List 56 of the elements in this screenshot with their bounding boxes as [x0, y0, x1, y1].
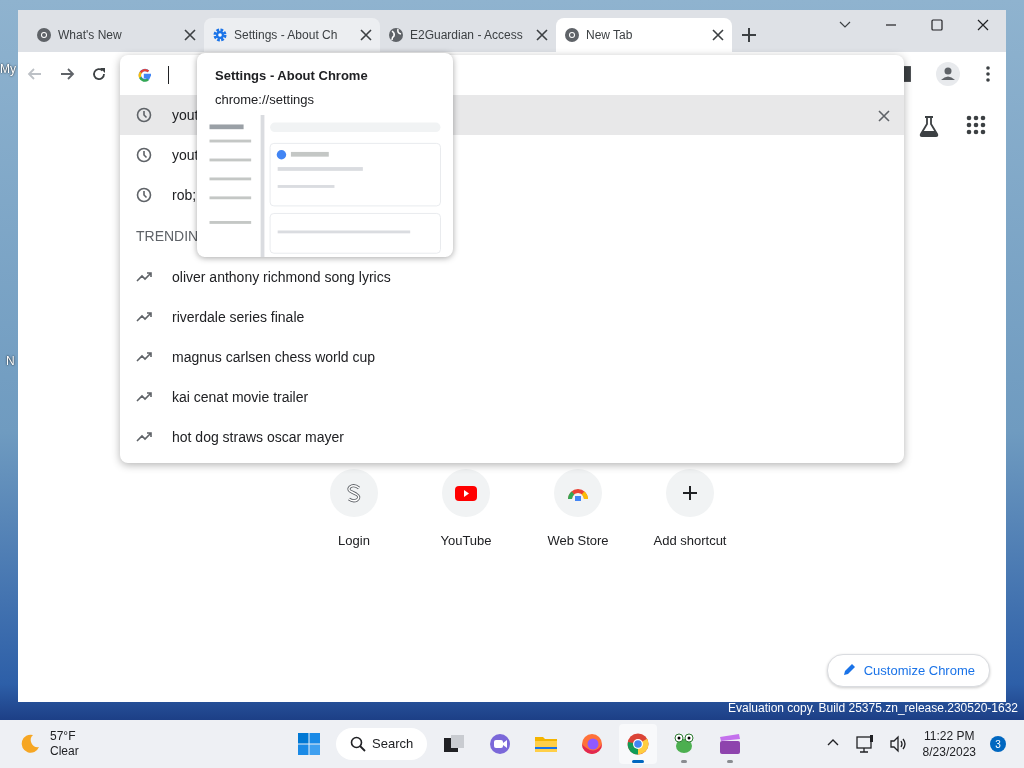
section-heading: TRENDIN	[136, 226, 199, 246]
menu-icon[interactable]	[984, 64, 992, 83]
clock-icon	[136, 187, 152, 203]
browser-tab[interactable]: E2Guardian - Access	[380, 18, 556, 52]
chrome-icon	[36, 27, 52, 43]
clock-time[interactable]: 11:22 PM	[922, 728, 976, 744]
clock-icon	[136, 107, 152, 123]
close-icon[interactable]	[975, 17, 991, 33]
suggestion-row[interactable]: magnus carlsen chess world cup	[120, 337, 904, 377]
chrome-icon	[626, 732, 651, 756]
pencil-icon	[841, 663, 856, 678]
shortcut-tile[interactable]: YouTube	[410, 468, 522, 552]
browser-tab[interactable]: New Tab	[556, 18, 732, 52]
firefox-icon	[580, 732, 605, 756]
frog-icon	[672, 732, 697, 756]
flask-icon[interactable]	[918, 115, 940, 137]
shortcut-tile[interactable]: Login	[298, 468, 410, 552]
weather-condition[interactable]: Clear	[50, 744, 79, 759]
browser-tab[interactable]: Settings - About Ch	[204, 18, 380, 52]
text-cursor	[168, 66, 169, 84]
clapperboard-icon	[718, 732, 743, 756]
suggestion-row[interactable]: yout	[120, 135, 904, 175]
network-icon[interactable]	[854, 734, 875, 754]
clock-date[interactable]: 8/23/2023	[922, 744, 976, 760]
chat-icon	[488, 732, 513, 756]
remove-icon[interactable]	[878, 109, 890, 122]
search-icon	[350, 736, 366, 752]
clock-icon	[136, 147, 152, 163]
volume-icon[interactable]	[888, 734, 909, 754]
chrome-icon	[564, 27, 580, 43]
suggestion-row[interactable]: kai cenat movie trailer	[120, 377, 904, 417]
browser-tab[interactable]: What's New	[28, 18, 204, 52]
customize-chrome-button[interactable]: Customize Chrome	[826, 653, 990, 687]
search-button[interactable]: Search	[336, 728, 428, 760]
close-icon[interactable]	[712, 29, 724, 41]
plus-icon[interactable]	[742, 28, 756, 42]
notification-badge[interactable]: 3	[990, 736, 1006, 752]
weather-temperature[interactable]: 57°F	[50, 729, 79, 744]
shortcut-tile[interactable]: Add shortcut	[634, 468, 746, 552]
suggestion-row[interactable]: oliver anthony richmond song lyrics	[120, 257, 904, 297]
maximize-icon[interactable]	[929, 17, 945, 33]
globe-icon	[388, 27, 404, 43]
close-icon[interactable]	[536, 29, 548, 41]
apps-icon[interactable]	[966, 115, 986, 135]
google-icon	[138, 68, 152, 82]
close-icon[interactable]	[184, 29, 196, 41]
card-title: Settings - About Chrome	[214, 67, 369, 85]
gear-icon	[212, 27, 228, 43]
suggestion-row[interactable]: hot dog straws oscar mayer	[120, 417, 904, 457]
evaluation-notice: Evaluation copy. Build 25375.zn_release.230520-1632	[728, 701, 1018, 716]
profile-icon[interactable]	[936, 61, 960, 86]
suggestion-row[interactable]: riverdale series finale	[120, 297, 904, 337]
windows-start-icon[interactable]	[297, 732, 321, 756]
close-icon[interactable]	[360, 29, 372, 41]
suggestion-row[interactable]: rob;	[120, 175, 904, 215]
shortcut-tile[interactable]: Web Store	[522, 468, 634, 552]
